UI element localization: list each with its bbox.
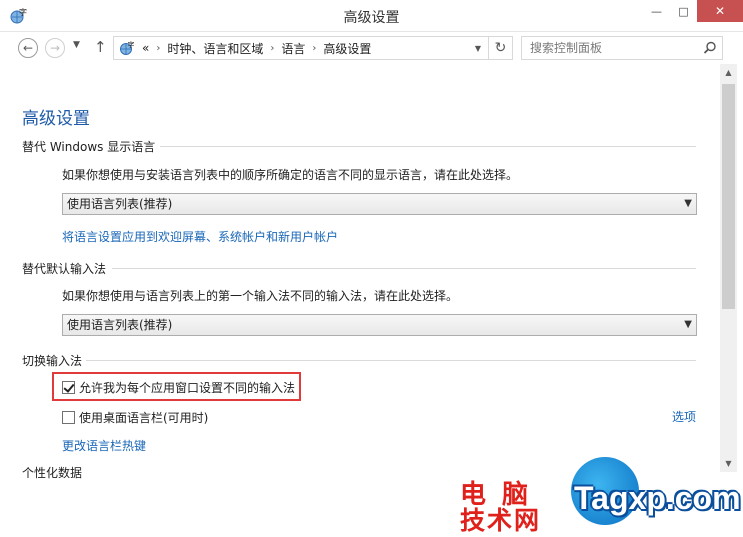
svg-text:字: 字	[128, 40, 135, 49]
per-app-input-checkbox-row[interactable]: 允许我为每个应用窗口设置不同的输入法	[62, 379, 295, 396]
breadcrumb-clock-language-region[interactable]: 时钟、语言和区域	[167, 37, 263, 59]
display-language-description: 如果你想使用与安装语言列表中的顺序所确定的语言不同的显示语言，请在此处选择。	[62, 168, 519, 182]
change-language-bar-hotkeys-link[interactable]: 更改语言栏热键	[62, 437, 146, 454]
recent-locations-icon[interactable]: ▼	[73, 40, 80, 50]
desktop-language-bar-label: 使用桌面语言栏(可用时)	[79, 411, 209, 425]
window-title: 高级设置	[343, 10, 400, 26]
breadcrumb-language[interactable]: 语言	[281, 37, 305, 59]
default-input-select[interactable]: 使用语言列表(推荐) ▼	[62, 314, 697, 336]
search-box[interactable]	[521, 36, 723, 60]
display-language-select-value: 使用语言列表(推荐)	[67, 197, 173, 211]
watermark-logo: 电脑 技术网 Tagxp.com	[458, 457, 743, 535]
per-app-input-label: 允许我为每个应用窗口设置不同的输入法	[79, 381, 296, 395]
breadcrumb-advanced-settings[interactable]: 高级设置	[323, 37, 371, 59]
up-button[interactable]: ↑	[94, 38, 107, 56]
control-panel-icon: 字	[116, 37, 138, 59]
title-bar: 字 高级设置 — □ ✕	[0, 0, 743, 32]
chevron-down-icon: ▼	[684, 198, 692, 209]
chevron-right-icon: ›	[156, 42, 161, 54]
address-bar[interactable]: 字 « › 时钟、语言和区域 › 语言 › 高级设置 ▼ ↻	[113, 36, 513, 60]
options-link[interactable]: 选项	[672, 408, 696, 425]
navigation-bar: ← → ▼ ↑ 字 « › 时钟、语言和区域 › 语言 › 高级设置 ▼ ↻	[0, 32, 743, 64]
section-divider	[160, 146, 696, 147]
back-button[interactable]: ←	[18, 38, 38, 58]
refresh-button[interactable]: ↻	[488, 37, 512, 59]
scroll-up-arrow-icon[interactable]: ▲	[720, 64, 737, 81]
search-input[interactable]	[522, 37, 698, 59]
vertical-scrollbar[interactable]: ▲ ▼	[720, 64, 737, 472]
section-divider	[86, 360, 696, 361]
section-divider	[112, 268, 696, 269]
watermark-brand: Tagxp.com	[574, 480, 741, 516]
scroll-thumb[interactable]	[722, 84, 735, 309]
maximize-button[interactable]: □	[670, 0, 697, 22]
forward-button[interactable]: →	[45, 38, 65, 58]
close-button[interactable]: ✕	[697, 0, 743, 22]
section-title-default-input: 替代默认输入法	[22, 262, 107, 276]
per-app-input-checkbox[interactable]	[62, 381, 75, 394]
default-input-description: 如果你想使用与语言列表上的第一个输入法不同的输入法，请在此处选择。	[62, 289, 459, 303]
display-language-select[interactable]: 使用语言列表(推荐) ▼	[62, 193, 697, 215]
section-title-personalization: 个性化数据	[22, 466, 83, 480]
window-controls: — □ ✕	[643, 0, 743, 22]
address-dropdown-icon[interactable]: ▼	[470, 37, 486, 59]
search-icon[interactable]	[702, 40, 718, 56]
section-title-switch-input: 切换输入法	[22, 354, 83, 368]
chevron-right-icon[interactable]: ›	[270, 43, 274, 54]
page-title: 高级设置	[22, 109, 90, 129]
default-input-select-value: 使用语言列表(推荐)	[67, 318, 173, 332]
apply-language-settings-link[interactable]: 将语言设置应用到欢迎屏幕、系统帐户和新用户帐户	[62, 228, 338, 245]
section-title-display-language: 替代 Windows 显示语言	[22, 140, 156, 154]
minimize-button[interactable]: —	[643, 0, 670, 22]
chevron-right-icon[interactable]: ›	[312, 43, 316, 54]
desktop-language-bar-checkbox-row[interactable]: 使用桌面语言栏(可用时)	[62, 409, 208, 426]
chevron-down-icon: ▼	[684, 319, 692, 330]
breadcrumb-overflow[interactable]: «	[142, 37, 149, 59]
desktop-language-bar-checkbox[interactable]	[62, 411, 75, 424]
